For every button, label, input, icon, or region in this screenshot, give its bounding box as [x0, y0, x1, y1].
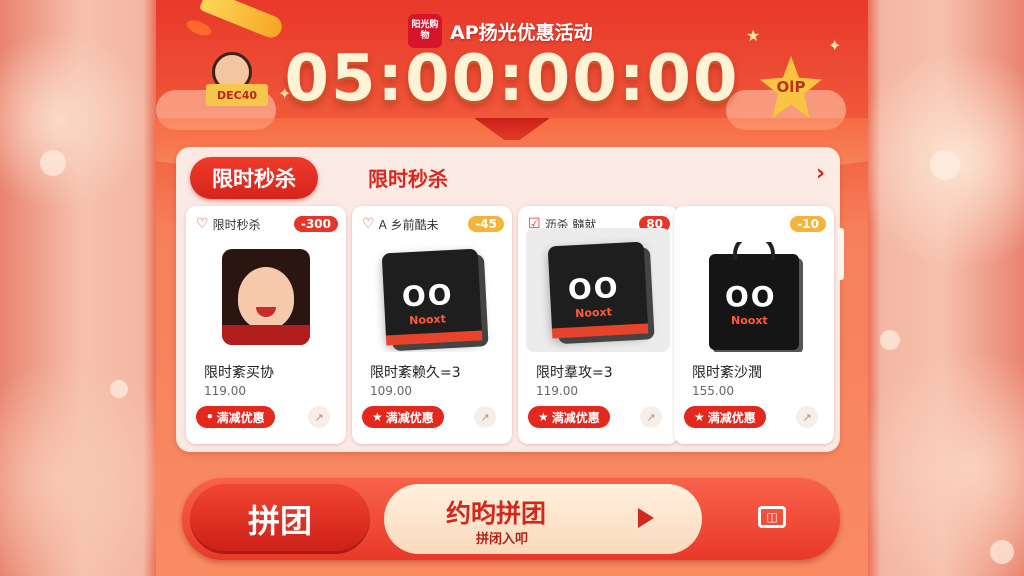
product-price: 109.00: [370, 384, 412, 398]
bokeh-dot: [930, 150, 960, 180]
product-name: 限时羣攻=3: [536, 365, 613, 381]
product-name: 限时紊沙潤: [692, 365, 762, 381]
join-group-title: 约昀拼团: [446, 499, 547, 528]
black-bag-image: OO Nooxt: [709, 242, 799, 350]
play-icon: [638, 508, 654, 528]
product-header: -10: [684, 214, 826, 234]
heart-icon[interactable]: ♡: [362, 216, 375, 232]
product-name: 限时紊买协: [204, 365, 274, 381]
rocket-decoration: [198, 0, 286, 41]
box-eyes: OO: [725, 280, 777, 313]
product-tag: A 乡前酷未: [378, 217, 439, 232]
product-image: [204, 242, 328, 352]
promo-label: 满减优惠: [551, 410, 600, 425]
activity-title: AP扬光优惠活动: [450, 21, 593, 44]
product-tag: 限时秒杀: [212, 217, 261, 232]
bokeh-dot: [40, 150, 66, 176]
group-buy-button[interactable]: 拼团: [190, 484, 370, 554]
product-header: ♡ 限时秒杀 -300: [196, 214, 338, 234]
countdown-timer: 05:00:00:00: [284, 42, 740, 116]
product-price: 119.00: [204, 384, 246, 398]
promo-button[interactable]: ★ 满减优惠: [528, 406, 610, 428]
box-brand: Nooxt: [731, 314, 768, 327]
product-card[interactable]: -10 OO Nooxt 限时紊沙潤 155.00 ★ 满减优惠 ↗: [674, 206, 834, 444]
promo-panel: DEC40 ✦ ★ ✦ 阳光购物 AP扬光优惠活动 05:00:00:00 Ol…: [156, 0, 868, 576]
gift-icon[interactable]: ◫: [758, 506, 786, 528]
product-card[interactable]: ♡ A 乡前酷未 -45 OO Nooxt 限时紊赖久=3 109.00 ★ 满减…: [352, 206, 512, 444]
scroll-indicator[interactable]: [838, 228, 844, 280]
share-icon[interactable]: ↗: [796, 406, 818, 428]
discount-badge: -300: [293, 216, 338, 232]
product-price: 119.00: [536, 384, 578, 398]
share-icon[interactable]: ↗: [640, 406, 662, 428]
flash-sale-tab[interactable]: 限时秒杀: [190, 157, 318, 199]
box-eyes: OO: [567, 270, 621, 307]
promo-button[interactable]: • 满减优惠: [196, 406, 275, 428]
promo-button[interactable]: ★ 满减优惠: [362, 406, 444, 428]
flash-sale-subtitle: 限时秒杀: [368, 167, 448, 191]
share-icon[interactable]: ↗: [474, 406, 496, 428]
flash-sale-card: 限时秒杀 限时秒杀 › ♡ 限时秒杀 -300 限时紊买协 119.00 • 满减…: [176, 147, 840, 452]
promo-label: 满减优惠: [216, 410, 265, 425]
product-price: 155.00: [692, 384, 734, 398]
group-buy-bar: 拼团 约昀拼团 拼闭入叩 ◫: [182, 478, 840, 560]
heart-icon[interactable]: ♡: [196, 216, 209, 232]
bokeh-dot: [110, 380, 128, 398]
box-eyes: OO: [401, 277, 455, 314]
star-icon: ★: [694, 410, 705, 424]
dot-icon: •: [206, 410, 214, 424]
promo-label: 满减优惠: [707, 410, 756, 425]
bokeh-dot: [880, 330, 900, 350]
product-image: OO Nooxt: [692, 242, 816, 352]
product-image: OO Nooxt: [526, 228, 670, 352]
share-icon[interactable]: ↗: [308, 406, 330, 428]
join-group-subtitle: 拼闭入叩: [476, 532, 529, 547]
rocket-flame-decoration: [184, 17, 214, 39]
product-card[interactable]: ♡ 限时秒杀 -300 限时紊买协 119.00 • 满减优惠 ↗: [186, 206, 346, 444]
box-brand: Nooxt: [574, 305, 613, 321]
discount-badge: -10: [790, 216, 826, 232]
chevron-right-icon[interactable]: ›: [816, 161, 825, 186]
bokeh-dot: [990, 540, 1014, 564]
box-brand: Nooxt: [408, 312, 447, 328]
promo-label: 满减优惠: [385, 410, 434, 425]
promo-button[interactable]: ★ 满减优惠: [684, 406, 766, 428]
portrait-image: [222, 249, 310, 345]
product-header: ♡ A 乡前酷未 -45: [362, 214, 504, 234]
star-icon: ★: [538, 410, 549, 424]
black-box-image: OO Nooxt: [381, 248, 483, 346]
star-icon: ★: [372, 410, 383, 424]
product-name: 限时紊赖久=3: [370, 365, 461, 381]
product-card[interactable]: ☑ 沥杀 髓就 80 OO Nooxt 限时羣攻=3 119.00 ★ 满减优惠 …: [518, 206, 678, 444]
discount-badge: -45: [468, 216, 504, 232]
product-image: OO Nooxt: [370, 242, 494, 352]
black-box-image: OO Nooxt: [547, 241, 649, 339]
join-group-button[interactable]: 约昀拼团 拼闭入叩: [384, 484, 702, 554]
